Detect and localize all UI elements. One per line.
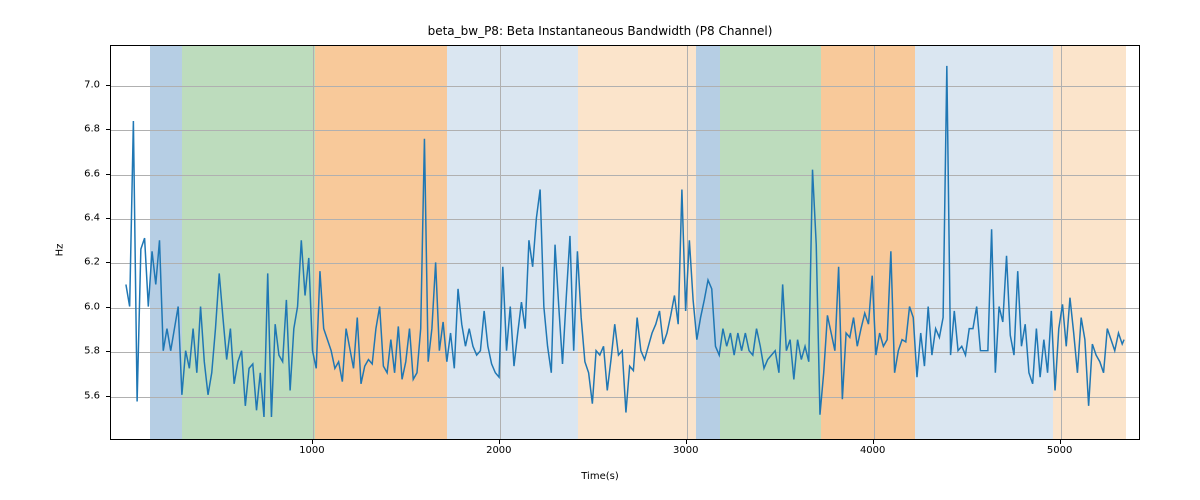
- chart-title: beta_bw_P8: Beta Instantaneous Bandwidth…: [0, 24, 1200, 38]
- x-tick-label: 2000: [486, 445, 511, 456]
- y-axis-label: Hz: [55, 244, 66, 257]
- x-tick-label: 4000: [860, 445, 885, 456]
- x-tick-label: 1000: [299, 445, 324, 456]
- y-tick-mark: [106, 351, 110, 352]
- y-tick-label: 6.2: [84, 257, 100, 268]
- y-tick-label: 6.8: [84, 124, 100, 135]
- y-tick-mark: [106, 218, 110, 219]
- x-tick-label: 5000: [1047, 445, 1072, 456]
- y-tick-label: 7.0: [84, 79, 100, 90]
- x-tick-label: 3000: [673, 445, 698, 456]
- y-tick-label: 5.8: [84, 346, 100, 357]
- y-tick-label: 6.4: [84, 213, 100, 224]
- y-tick-label: 5.6: [84, 390, 100, 401]
- x-tick-mark: [686, 440, 687, 444]
- figure: beta_bw_P8: Beta Instantaneous Bandwidth…: [0, 0, 1200, 500]
- line-series: [111, 46, 1139, 439]
- y-tick-mark: [106, 174, 110, 175]
- plot-area: [110, 45, 1140, 440]
- x-tick-mark: [312, 440, 313, 444]
- x-axis-label: Time(s): [0, 471, 1200, 482]
- x-tick-mark: [499, 440, 500, 444]
- y-tick-mark: [106, 85, 110, 86]
- axes: 10002000300040005000 5.65.86.06.26.46.66…: [110, 45, 1140, 440]
- y-tick-label: 6.0: [84, 301, 100, 312]
- y-tick-mark: [106, 262, 110, 263]
- y-tick-mark: [106, 396, 110, 397]
- y-tick-label: 6.6: [84, 168, 100, 179]
- x-tick-mark: [873, 440, 874, 444]
- y-tick-mark: [106, 129, 110, 130]
- x-tick-mark: [1060, 440, 1061, 444]
- y-tick-mark: [106, 307, 110, 308]
